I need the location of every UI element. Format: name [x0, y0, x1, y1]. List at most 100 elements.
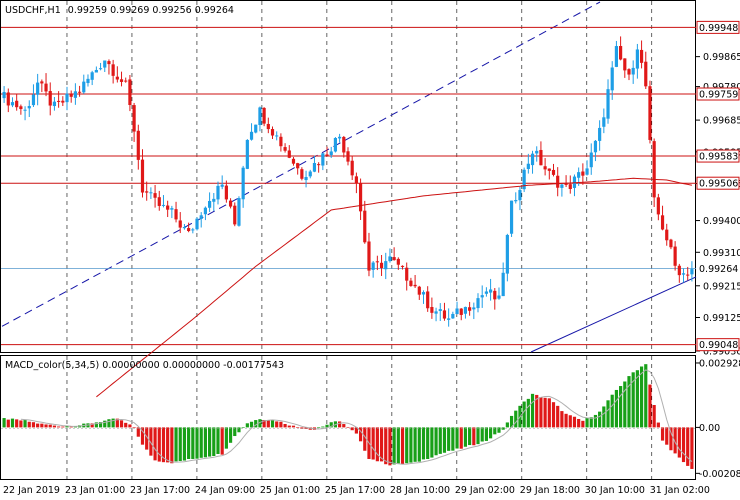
candle-body — [371, 262, 375, 270]
macd-bar — [405, 427, 409, 464]
candle-body — [656, 197, 660, 215]
macd-bar — [438, 427, 442, 454]
vertical-gridlines — [66, 1, 653, 479]
macd-bar — [228, 427, 233, 443]
candle-body — [199, 215, 203, 219]
candle-body — [15, 100, 19, 108]
candle-body — [275, 135, 279, 137]
macd-bar — [52, 425, 57, 428]
candle-body — [367, 241, 371, 271]
macd-bar — [124, 422, 128, 428]
macd-bar — [220, 427, 224, 455]
macd-bar — [690, 427, 694, 469]
macd-bar — [392, 427, 396, 465]
macd-bar — [677, 427, 681, 458]
trendlines — [1, 1, 697, 353]
price-tag-label: 0.99048 — [699, 340, 738, 351]
candle-body — [451, 313, 455, 319]
macd-bar — [644, 364, 648, 428]
candle-body — [564, 183, 568, 185]
price-tag-label: 0.99948 — [699, 23, 738, 34]
candle-body — [417, 286, 421, 295]
time-axis: 22 Jan 2019 23 Jan 01:00 23 Jan 17:00 24 Ja… — [3, 485, 710, 496]
macd-bar — [27, 421, 31, 428]
candle-body — [10, 102, 15, 106]
price-tag-label: 0.99264 — [699, 264, 738, 275]
chart-canvas[interactable]: 0.998650.997800.996850.995950.995050.994… — [0, 0, 740, 500]
time-tick-label: 24 Jan 09:00 — [195, 485, 255, 496]
candle-body — [350, 160, 354, 176]
candle-body — [27, 106, 31, 109]
candle-body — [136, 130, 140, 160]
candle-body — [677, 265, 681, 276]
macd-bar — [451, 427, 455, 451]
macd-bar — [241, 427, 245, 428]
candle-body — [509, 200, 514, 234]
candle-body — [463, 306, 468, 314]
macd-bar — [665, 427, 669, 445]
candle-body — [690, 269, 694, 275]
macd-bar — [505, 422, 509, 428]
macd-bar — [514, 410, 518, 428]
macd-bar — [484, 427, 488, 441]
candle-body — [480, 295, 484, 298]
macd-signal-line — [20, 369, 693, 465]
candle-body — [447, 318, 451, 320]
macd-bar — [577, 418, 581, 428]
candle-body — [291, 158, 296, 164]
candle-body — [317, 164, 321, 166]
candle-body — [530, 153, 535, 166]
candle-body — [308, 171, 312, 177]
macd-bar — [338, 421, 342, 428]
candle-body — [153, 193, 157, 198]
candle-body — [31, 94, 36, 106]
candle-body — [660, 215, 665, 230]
candle-body — [333, 138, 338, 152]
macd-title: MACD_color(5,34,5) 0.00000000 0.00000000… — [5, 360, 284, 371]
candle-body — [539, 149, 543, 166]
ohlc-values: 0.99259 0.99269 0.99256 0.99264 — [68, 5, 234, 16]
candle-body — [241, 167, 245, 200]
candle-body — [279, 136, 283, 147]
candle-body — [149, 192, 153, 194]
macd-bar — [459, 427, 463, 449]
candle-body — [346, 151, 350, 162]
candle-body — [249, 131, 254, 140]
macd-bar — [279, 421, 283, 428]
macd-bar — [455, 427, 459, 449]
candle-body — [442, 310, 447, 319]
candle-body — [459, 308, 463, 315]
macd-bar — [10, 418, 15, 428]
candle-body — [648, 86, 652, 140]
macd-bar — [237, 427, 241, 433]
candle-body — [270, 129, 275, 136]
candle-body — [434, 311, 438, 314]
candle-body — [304, 177, 308, 181]
macd-bar — [581, 420, 585, 428]
macd-bar — [216, 427, 220, 454]
candle-body — [224, 185, 228, 200]
candle-body — [245, 139, 249, 169]
candle-body — [321, 153, 325, 166]
candle-body — [69, 93, 73, 97]
macd-bar — [317, 427, 321, 428]
macd-bar — [522, 401, 526, 428]
candle-body — [342, 136, 346, 153]
macd-bar — [61, 426, 65, 428]
candle-body — [187, 228, 191, 232]
candle-body — [296, 163, 300, 169]
candle-body — [585, 168, 589, 175]
price-tick-label: 0.99865 — [703, 52, 740, 63]
macd-bar — [31, 422, 36, 428]
candle-body — [476, 298, 480, 309]
macd-bar — [468, 427, 472, 446]
macd-bar — [598, 411, 602, 428]
candle-body — [686, 274, 690, 276]
candle-body — [145, 191, 149, 193]
macd-bar — [199, 427, 203, 458]
macd-bar — [421, 427, 426, 460]
candle-body — [19, 106, 23, 110]
candle-body — [568, 184, 572, 189]
macd-bar — [195, 427, 199, 459]
candle-body — [258, 107, 262, 125]
